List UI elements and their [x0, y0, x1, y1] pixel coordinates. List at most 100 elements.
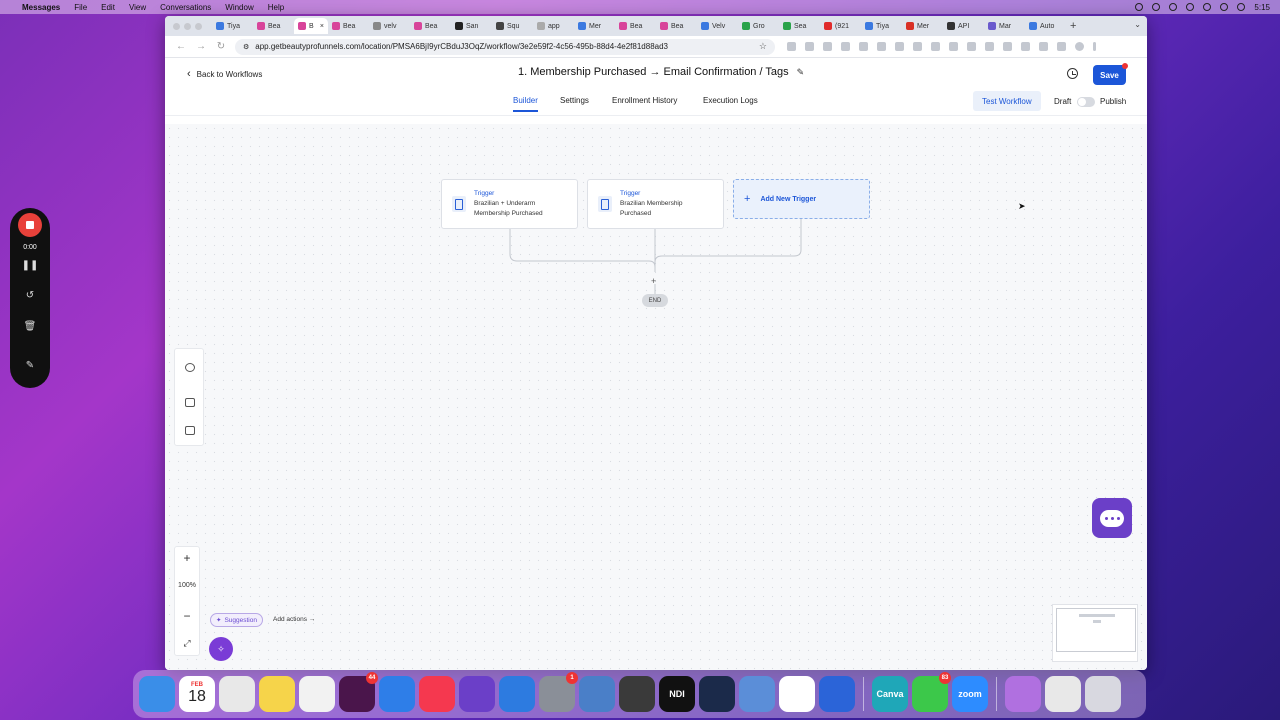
bookmark-star-icon[interactable]: ☆: [759, 41, 767, 52]
extension-icon[interactable]: [895, 42, 904, 51]
browser-tab[interactable]: Sea: [779, 18, 820, 34]
browser-tab[interactable]: Tiya: [212, 18, 253, 34]
stop-recording-button[interactable]: [18, 213, 42, 237]
extension-icon[interactable]: [913, 42, 922, 51]
pen-icon[interactable]: ✎: [10, 360, 50, 371]
dock-help-icon[interactable]: [1005, 676, 1041, 712]
save-button[interactable]: Save: [1093, 63, 1128, 85]
suggestion-pill[interactable]: ✦ Suggestion: [210, 613, 263, 627]
ai-assistant-button[interactable]: ✧: [209, 637, 233, 661]
tab-settings[interactable]: Settings: [560, 96, 589, 105]
menubar-clock[interactable]: 5:15: [1254, 3, 1270, 12]
browser-tab[interactable]: velv: [369, 18, 410, 34]
menu-file[interactable]: File: [74, 3, 87, 12]
browser-tab[interactable]: Bea: [615, 18, 656, 34]
browser-tab[interactable]: Mar: [984, 18, 1025, 34]
publish-toggle[interactable]: [1077, 97, 1095, 107]
browser-tab[interactable]: Bea: [656, 18, 697, 34]
note-icon[interactable]: [185, 426, 195, 435]
dock-keynote-icon[interactable]: [379, 676, 415, 712]
forward-icon[interactable]: →: [191, 41, 211, 52]
minimize-window-button[interactable]: [184, 22, 191, 30]
tab-search-icon[interactable]: ⌄: [1134, 20, 1141, 29]
history-icon[interactable]: [1067, 68, 1078, 79]
pause-icon[interactable]: ❚❚: [10, 260, 50, 271]
browser-tab[interactable]: API: [943, 18, 984, 34]
dock-quicktime-icon[interactable]: [699, 676, 735, 712]
browser-tab[interactable]: Bea: [253, 18, 294, 34]
menu-view[interactable]: View: [129, 3, 146, 12]
dock-preview-icon[interactable]: [579, 676, 615, 712]
extension-icon[interactable]: [859, 42, 868, 51]
browser-tab[interactable]: San: [451, 18, 492, 34]
dock-reminders-icon[interactable]: [299, 676, 335, 712]
menu-window[interactable]: Window: [225, 3, 253, 12]
dock-support-icon[interactable]: [819, 676, 855, 712]
zoom-out-button[interactable]: −: [175, 609, 199, 623]
extension-icon[interactable]: [805, 42, 814, 51]
close-tab-icon[interactable]: ×: [320, 23, 324, 30]
tab-builder[interactable]: Builder: [513, 96, 538, 112]
more-menu-icon[interactable]: [1093, 42, 1096, 51]
trigger-card[interactable]: Trigger Brazilian + Underarm Membership …: [441, 179, 578, 229]
trash-icon[interactable]: 🗑: [10, 321, 50, 332]
dock-trash-icon[interactable]: [1085, 676, 1121, 712]
dock-calendar-icon[interactable]: FEB 18: [179, 676, 215, 712]
browser-tab[interactable]: Gro: [738, 18, 779, 34]
extension-icon[interactable]: [841, 42, 850, 51]
search-icon[interactable]: [1220, 3, 1229, 11]
puzzle-icon[interactable]: [1057, 42, 1066, 51]
dock-system-preferences-icon[interactable]: 1: [539, 672, 578, 712]
site-info-icon[interactable]: ⚙: [243, 43, 249, 51]
back-to-workflows-link[interactable]: ‹ Back to Workflows: [187, 68, 262, 80]
menu-conversations[interactable]: Conversations: [160, 3, 211, 12]
trigger-card[interactable]: Trigger Brazilian Membership Purchased: [587, 179, 724, 229]
browser-tab[interactable]: Mer: [574, 18, 615, 34]
dock-chrome-icon[interactable]: [219, 676, 255, 712]
dock-zoom-icon[interactable]: zoom: [952, 676, 988, 712]
browser-tab[interactable]: Bea: [328, 18, 369, 34]
dock-clickup-icon[interactable]: [779, 676, 815, 712]
browser-tab[interactable]: Bea: [410, 18, 451, 34]
browser-tab[interactable]: Velv: [697, 18, 738, 34]
add-actions-link[interactable]: Add actions →: [273, 616, 315, 623]
browser-tab[interactable]: Mer: [902, 18, 943, 34]
dock-canva-icon[interactable]: Canva: [872, 676, 908, 712]
status-tool-icon[interactable]: [1152, 3, 1161, 11]
browser-tab[interactable]: app: [533, 18, 574, 34]
back-icon[interactable]: ←: [171, 41, 191, 52]
dock-music-icon[interactable]: [419, 676, 455, 712]
browser-tab[interactable]: Squ: [492, 18, 533, 34]
status-battery-icon[interactable]: [1169, 3, 1178, 11]
close-window-button[interactable]: [173, 22, 180, 30]
extension-icon[interactable]: [949, 42, 958, 51]
dock-finder-icon[interactable]: [139, 676, 175, 712]
browser-tab[interactable]: B ×: [294, 18, 328, 34]
reload-icon[interactable]: ↻: [211, 41, 231, 52]
extension-icon[interactable]: [931, 42, 940, 51]
add-new-trigger-button[interactable]: + Add New Trigger: [733, 179, 870, 219]
fit-view-icon[interactable]: ⤢: [175, 638, 199, 649]
restart-icon[interactable]: ↺: [10, 290, 50, 301]
workflow-canvas[interactable]: Trigger Brazilian + Underarm Membership …: [165, 124, 1147, 670]
extension-icon[interactable]: [823, 42, 832, 51]
dock-window-manager-icon[interactable]: [1045, 676, 1081, 712]
dock-slack-icon[interactable]: 44: [339, 672, 378, 712]
status-gear-icon[interactable]: [1135, 3, 1144, 11]
test-workflow-button[interactable]: Test Workflow: [973, 91, 1041, 111]
menu-edit[interactable]: Edit: [101, 3, 115, 12]
url-field[interactable]: ⚙ app.getbeautyprofunnels.com/location/P…: [235, 38, 775, 55]
menubar-app-name[interactable]: Messages: [22, 3, 60, 12]
history-icon[interactable]: [185, 363, 195, 372]
workflow-title[interactable]: 1. Membership Purchased → Email Confirma…: [518, 66, 804, 78]
dock-imovie-icon[interactable]: [459, 676, 495, 712]
extension-icon[interactable]: [1003, 42, 1012, 51]
menu-help[interactable]: Help: [268, 3, 284, 12]
dock-calculator-icon[interactable]: [619, 676, 655, 712]
extension-icon[interactable]: [1021, 42, 1030, 51]
dock-settings-wheel-icon[interactable]: [499, 676, 535, 712]
wifi-icon[interactable]: [1186, 3, 1195, 11]
tab-enrollment-history[interactable]: Enrollment History: [612, 96, 677, 105]
edit-pencil-icon[interactable]: ✎: [797, 67, 805, 78]
new-tab-button[interactable]: +: [1070, 20, 1076, 32]
